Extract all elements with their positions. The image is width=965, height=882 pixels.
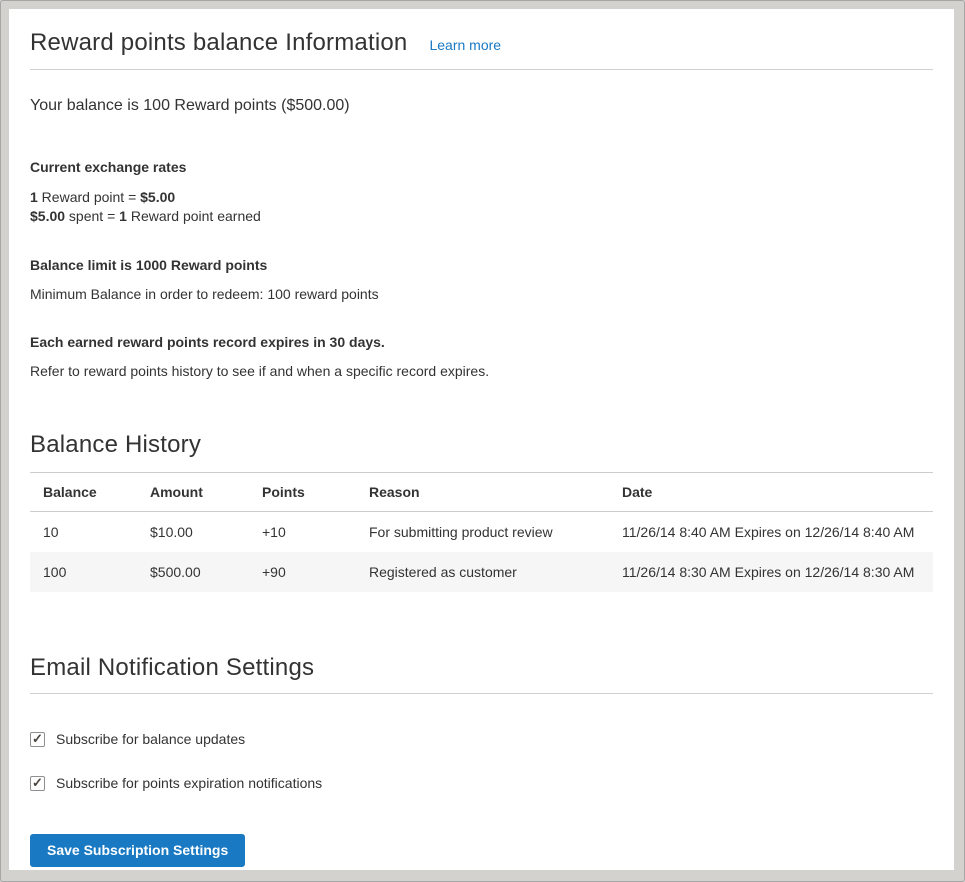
rate-value: $5.00 xyxy=(140,189,175,205)
save-subscription-settings-button[interactable]: Save Subscription Settings xyxy=(30,834,245,867)
rate-text: Reward point = xyxy=(38,189,140,205)
balance-limit-note: Balance limit is 1000 Reward points xyxy=(30,257,933,273)
cell-balance: 100 xyxy=(30,552,137,592)
rate-text: Reward point earned xyxy=(127,208,261,224)
page-title-row: Reward points balance Information Learn … xyxy=(30,29,933,57)
rate-text: spent = xyxy=(65,208,119,224)
cell-amount: $10.00 xyxy=(137,512,249,553)
subscribe-balance-updates-checkbox[interactable] xyxy=(30,732,45,747)
cell-reason: For submitting product review xyxy=(356,512,609,553)
table-row: 100 $500.00 +90 Registered as customer 1… xyxy=(30,552,933,592)
rate-points-to-currency: 1 Reward point = $5.00 xyxy=(30,188,933,207)
cell-balance: 10 xyxy=(30,512,137,553)
balance-history-table: Balance Amount Points Reason Date 10 $10… xyxy=(30,472,933,592)
minimum-balance-note: Minimum Balance in order to redeem: 100 … xyxy=(30,286,933,302)
title-divider xyxy=(30,69,933,70)
subscribe-expiration-notifications-label: Subscribe for points expiration notifica… xyxy=(56,775,322,791)
balance-history-heading: Balance History xyxy=(30,431,933,459)
expiration-note: Each earned reward points record expires… xyxy=(30,334,933,350)
exchange-rates-heading: Current exchange rates xyxy=(30,159,933,175)
subscribe-expiration-notifications-row: Subscribe for points expiration notifica… xyxy=(30,775,933,791)
email-settings-divider xyxy=(30,693,933,694)
cell-reason: Registered as customer xyxy=(356,552,609,592)
table-row: 10 $10.00 +10 For submitting product rev… xyxy=(30,512,933,553)
rate-value: $5.00 xyxy=(30,208,65,224)
cell-amount: $500.00 xyxy=(137,552,249,592)
subscribe-balance-updates-label: Subscribe for balance updates xyxy=(56,731,245,747)
column-header-amount: Amount xyxy=(137,473,249,512)
email-settings-heading: Email Notification Settings xyxy=(30,654,933,682)
balance-summary: Your balance is 100 Reward points ($500.… xyxy=(30,96,933,116)
page-title: Reward points balance Information xyxy=(30,29,407,57)
subscribe-balance-updates-row: Subscribe for balance updates xyxy=(30,731,933,747)
cell-points: +90 xyxy=(249,552,356,592)
column-header-reason: Reason xyxy=(356,473,609,512)
cell-date: 11/26/14 8:30 AM Expires on 12/26/14 8:3… xyxy=(609,552,933,592)
column-header-date: Date xyxy=(609,473,933,512)
rate-value: 1 xyxy=(30,189,38,205)
subscribe-expiration-notifications-checkbox[interactable] xyxy=(30,776,45,791)
learn-more-link[interactable]: Learn more xyxy=(429,37,501,53)
rate-value: 1 xyxy=(119,208,127,224)
exchange-rates-lines: 1 Reward point = $5.00 $5.00 spent = 1 R… xyxy=(30,188,933,226)
rate-currency-to-points: $5.00 spent = 1 Reward point earned xyxy=(30,207,933,226)
column-header-balance: Balance xyxy=(30,473,137,512)
column-header-points: Points xyxy=(249,473,356,512)
cell-date: 11/26/14 8:40 AM Expires on 12/26/14 8:4… xyxy=(609,512,933,553)
cell-points: +10 xyxy=(249,512,356,553)
table-header-row: Balance Amount Points Reason Date xyxy=(30,473,933,512)
reward-points-card: Reward points balance Information Learn … xyxy=(9,9,954,870)
expiration-hint: Refer to reward points history to see if… xyxy=(30,363,933,379)
